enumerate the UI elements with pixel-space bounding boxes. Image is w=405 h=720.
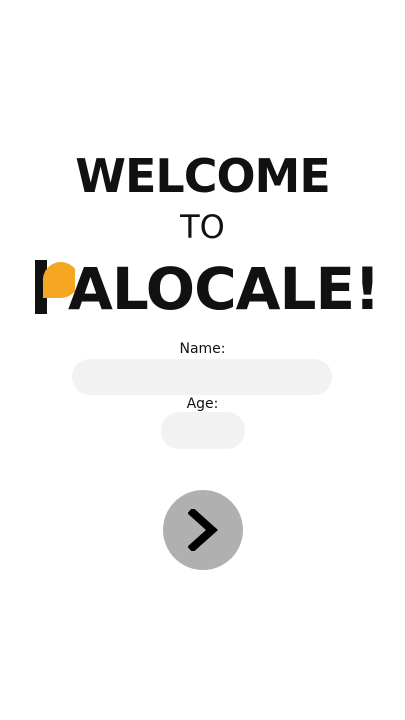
brand-name-text: ALOCALE!	[68, 255, 381, 323]
name-input[interactable]	[72, 359, 332, 395]
chevron-right-icon	[188, 509, 218, 551]
next-button[interactable]	[163, 490, 243, 570]
welcome-heading: WELCOME	[75, 149, 331, 203]
age-label: Age:	[186, 396, 219, 412]
to-heading: TO	[180, 208, 225, 246]
age-input[interactable]	[161, 412, 245, 449]
brand-logo: ALOCALE!	[32, 256, 382, 322]
name-label: Name:	[179, 341, 226, 357]
